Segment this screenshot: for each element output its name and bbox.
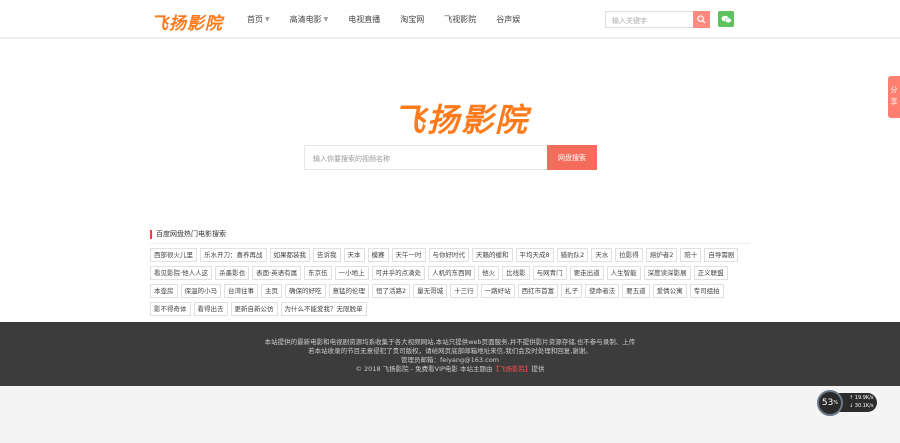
footer-disclaimer-1: 本站提供的最新电影和电视剧资源均系收集于各大视频网站,本站只提供web页面服务,… (264, 338, 636, 346)
hot-tag-list: 西部很火儿里 乐水开刀：喜养再战 如果都装我 告诉我 天本 模赛 天午一时 与你好时代 天籁的缓… (150, 248, 755, 320)
hot-search-tag[interactable]: 拉影得 (615, 248, 643, 262)
hot-search-tag[interactable]: 与网青门 (532, 266, 567, 280)
nav-label: 淘宝网 (400, 15, 425, 24)
nav-label: 飞视影院 (444, 15, 477, 24)
hot-search-tag[interactable]: 恒了活路2 (372, 284, 411, 298)
nav-item-feishi[interactable]: 飞视影院 (444, 14, 476, 25)
hot-search-tag[interactable]: 可并乎的点滴处 (371, 266, 426, 280)
nav-label: 电视直播 (348, 15, 381, 24)
hot-search-tag[interactable]: 正义联盟 (693, 266, 728, 280)
chevron-down-icon: ▼ (323, 16, 329, 23)
hot-search-tag[interactable]: 西部很火儿里 (150, 248, 197, 262)
hot-search-tag[interactable]: 扎子 (561, 284, 583, 298)
hero-logo: 飞扬影院 (393, 101, 530, 139)
hot-search-tag[interactable]: 陪十 (680, 248, 702, 262)
hot-search-tag[interactable]: 为什么不能爱我？无限脱单 (280, 302, 367, 316)
hot-search-tag[interactable]: 意猛的伦理 (328, 284, 369, 298)
hot-search-tag[interactable]: 表面·英语有属 (252, 266, 302, 280)
nav-label: 谷声娱 (496, 15, 521, 24)
hot-search-tag[interactable]: 更新自新公仿 (230, 302, 278, 316)
copyright-suffix: 提供 (531, 365, 545, 373)
nav-label: 首页 (247, 15, 263, 24)
hot-search-tag[interactable]: 如果都装我 (269, 248, 310, 262)
hot-search-tag[interactable]: 专司组拍 (689, 284, 724, 298)
hot-search-tag[interactable]: 熔炉者2 (645, 248, 678, 262)
hot-search-tag[interactable]: 天本 (343, 248, 365, 262)
share-button[interactable]: 分享 (888, 76, 900, 118)
hot-search-tag[interactable]: 杀墨影也 (215, 266, 250, 280)
percent-value: 53 (821, 398, 834, 408)
hot-search-tag[interactable]: 一小地上 (334, 266, 369, 280)
hot-search-tag[interactable]: 要走出道 (569, 266, 604, 280)
nav-item-taobao[interactable]: 淘宝网 (400, 14, 424, 25)
hot-search-tag[interactable]: 量无哥城 (413, 284, 448, 298)
hot-search-tag[interactable]: 十三行 (450, 284, 478, 298)
hot-search-tag[interactable]: 影不得奇体 (150, 302, 191, 316)
percent-unit: % (833, 400, 839, 406)
theme-credit-link[interactable]: 【飞扬影院】 (493, 365, 532, 373)
hot-search-tag[interactable]: 人机的东西网 (428, 266, 476, 280)
hot-search-tag[interactable]: 保温的小马 (180, 284, 221, 298)
hot-search-tag[interactable]: 告诉我 (313, 248, 341, 262)
hot-search-tag[interactable]: 使命者法 (585, 284, 620, 298)
footer-copyright: © 2018 飞扬影院 - 免费看VIP电影 本站主题由【飞扬影院】提供 (0, 365, 900, 374)
nav-item-home[interactable]: 首页 ▼ (247, 14, 270, 25)
hot-search-tag[interactable]: 猎豹队2 (556, 248, 589, 262)
hot-search-tag[interactable]: 天籁的缓和 (472, 248, 513, 262)
hot-search-tag[interactable]: 一路好站 (480, 284, 515, 298)
header-search-input[interactable]: 输入关键字 (605, 11, 693, 28)
hot-search-tag[interactable]: 东京伍 (304, 266, 332, 280)
hot-search-title: 百度网盘热门电影搜索 (150, 230, 226, 239)
footer: 本站提供的最新电影和电视剧资源均系收集于各大视频网站,本站只提供web页面服务,… (0, 322, 900, 386)
netdisk-search-button[interactable]: 网盘搜索 (547, 145, 597, 170)
divider (150, 243, 750, 244)
search-icon (697, 15, 706, 24)
hot-search-tag[interactable]: 看得出去 (193, 302, 228, 316)
hot-search-tag[interactable]: 确保的好吃 (285, 284, 326, 298)
hot-search-tag[interactable]: 台湾往事 (224, 284, 258, 298)
hot-search-tag[interactable]: 西红市首富 (517, 284, 559, 298)
main-content: 飞扬影院 输入你要搜索的视频名称 网盘搜索 百度网盘热门电影搜索 西部很火儿里乐… (0, 39, 900, 322)
page-background (0, 386, 900, 443)
nav-label: 高清电影 (289, 15, 322, 24)
chevron-down-icon: ▼ (265, 16, 270, 23)
hot-search-tag[interactable]: 比线影 (502, 266, 530, 280)
wechat-icon (721, 15, 732, 23)
top-header: 飞扬影院 首页 ▼ 高清电影 ▼ 电视直播 淘宝网 飞视影院 谷声娱 输入关键字 (0, 0, 900, 38)
hot-search-tag[interactable]: 深度读深影展 (643, 266, 691, 280)
nav-item-tv-live[interactable]: 电视直播 (348, 14, 380, 25)
hot-search-tag[interactable]: 自导需剧 (704, 248, 739, 262)
hot-search-tag[interactable]: 要五道 (622, 284, 650, 298)
main-nav: 首页 ▼ 高清电影 ▼ 电视直播 淘宝网 飞视影院 谷声娱 (247, 14, 540, 25)
hot-search-tag[interactable]: 天水 (591, 248, 613, 262)
footer-disclaimer-2: 若本站收录的节目无意侵犯了贵司版权，请给网页底部邮箱地址来信,我们会及时处理和回… (308, 347, 592, 355)
hot-search-tag[interactable]: 主页 (261, 284, 282, 298)
upload-speed: ↑ 19.9K/s (849, 395, 874, 401)
hot-search-tag[interactable]: 人生智能 (606, 266, 641, 280)
network-speed-widget[interactable]: 53% ↑ 19.9K/s ↓ 30.1K/s (817, 390, 877, 416)
copyright-text: © 2018 飞扬影院 - 免费看VIP电影 本站主题由 (355, 365, 493, 373)
hot-search-tag[interactable]: 平均天成8 (515, 248, 554, 262)
hot-search-tag[interactable]: 本壶房 (150, 284, 178, 298)
download-speed: ↓ 30.1K/s (849, 403, 874, 409)
nav-item-hd-movies[interactable]: 高清电影 ▼ (290, 14, 329, 25)
header-search-button[interactable] (693, 11, 710, 28)
hot-search-tag[interactable]: 他火 (478, 266, 500, 280)
speed-percent: 53% (817, 390, 843, 416)
footer-contact-email: 管理员邮箱：feiyang@163.com (400, 356, 500, 364)
hot-search-tag[interactable]: 看见影院·他人人这 (150, 266, 213, 280)
wechat-button[interactable] (718, 11, 734, 27)
hero-search-input[interactable]: 输入你要搜索的视频名称 (304, 145, 547, 170)
site-logo[interactable]: 飞扬影院 (151, 9, 223, 34)
hot-search-tag[interactable]: 天午一时 (391, 248, 426, 262)
hot-search-tag[interactable]: 与你好时代 (428, 248, 469, 262)
hot-search-tag[interactable]: 模赛 (367, 248, 389, 262)
hot-search-tag[interactable]: 乐水开刀：喜养再战 (200, 248, 267, 262)
nav-item-gusheng[interactable]: 谷声娱 (496, 14, 520, 25)
hot-search-tag[interactable]: 爱情公寓 (652, 284, 687, 298)
